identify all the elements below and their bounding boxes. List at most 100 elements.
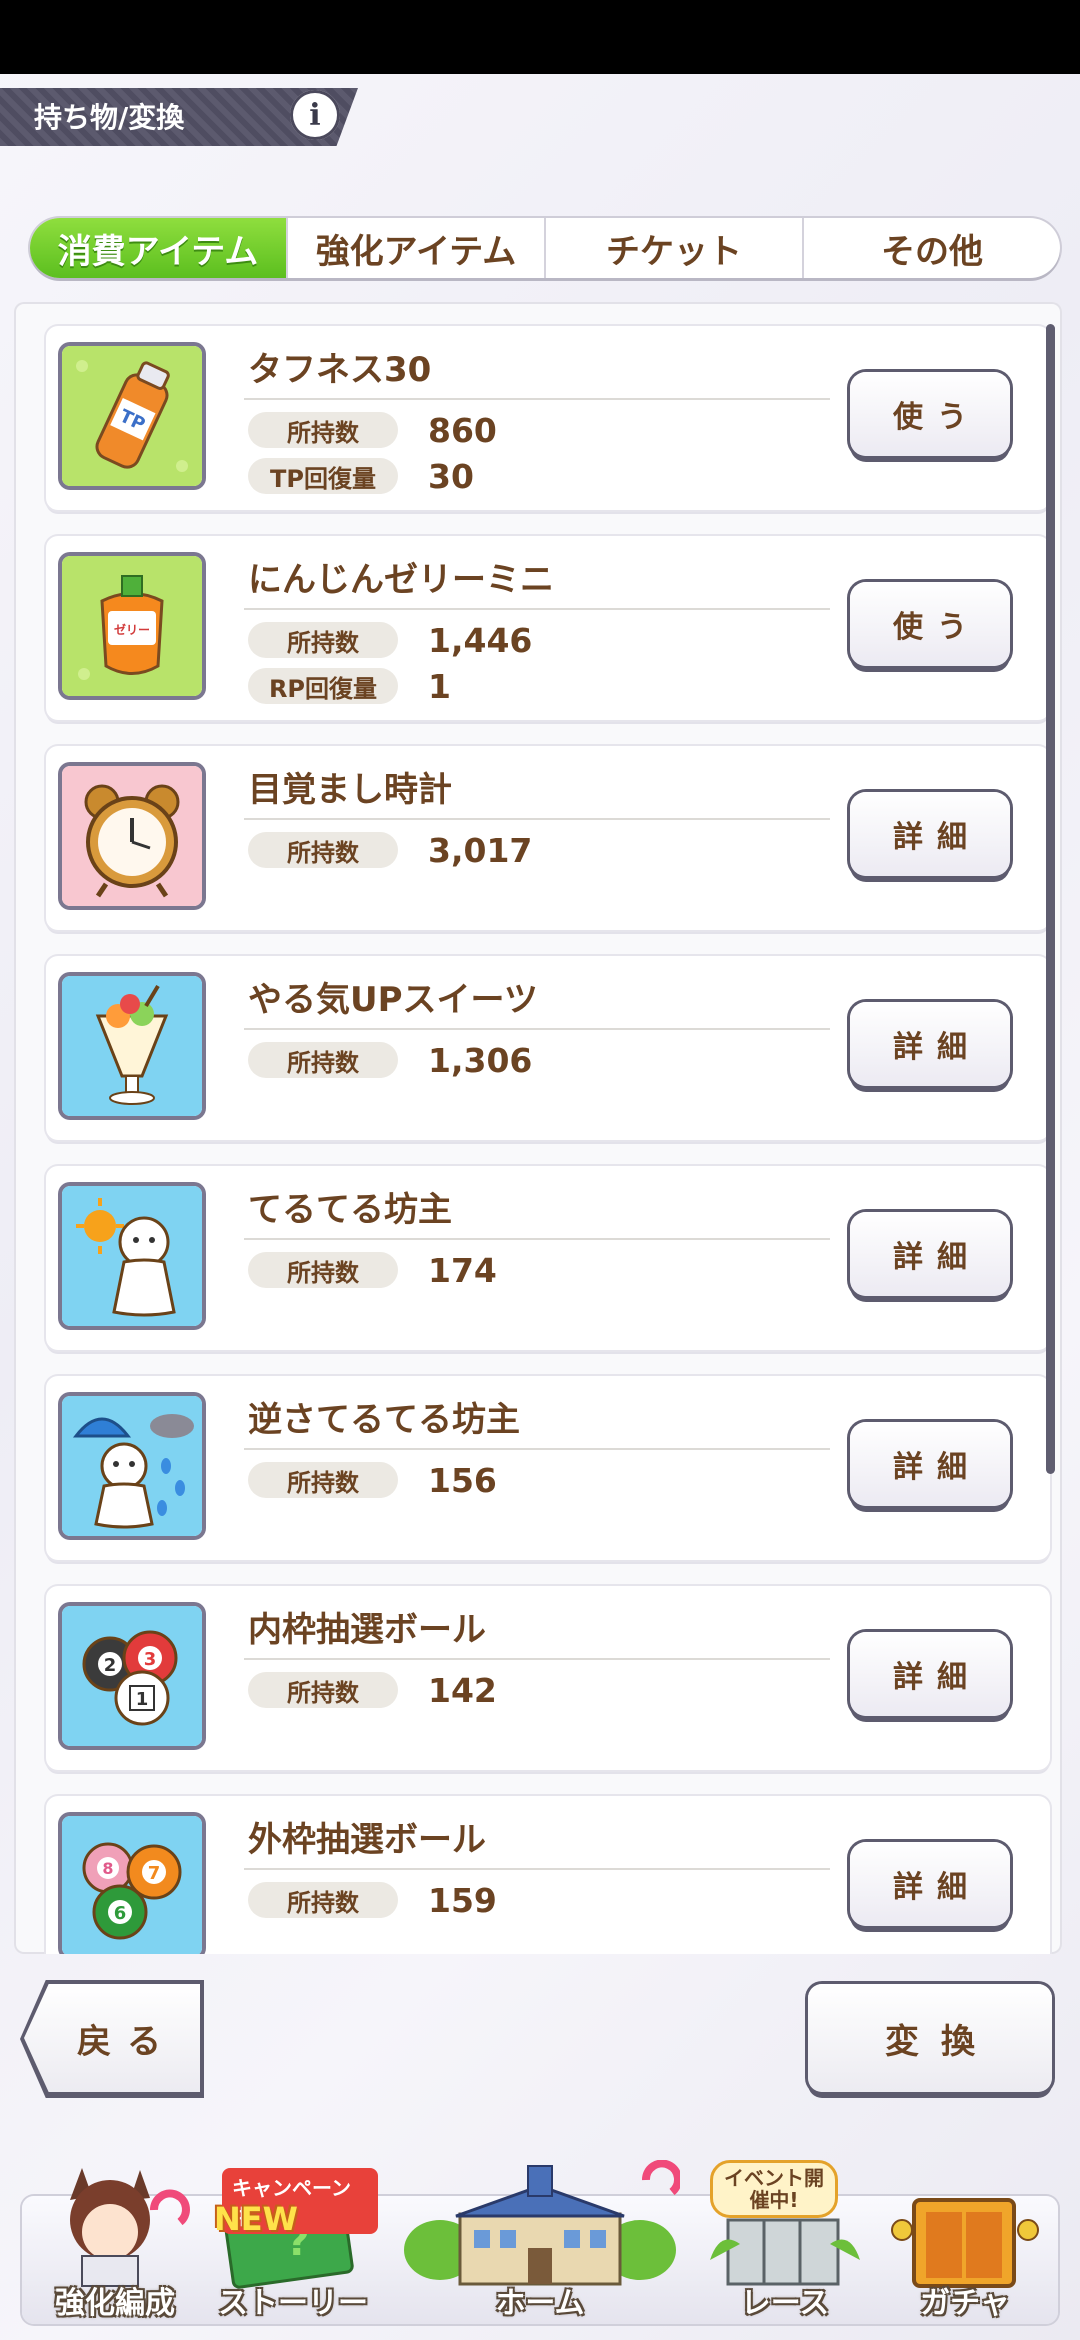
item-name: 目覚まし時計 [248, 770, 452, 810]
details-button[interactable]: 詳細 [850, 1842, 1010, 1926]
count-row: 所持数 1,446 [248, 620, 532, 660]
list-item: 目覚まし時計 所持数 3,017 詳細 [46, 746, 1050, 930]
count-value: 142 [428, 1670, 497, 1710]
info-button[interactable]: i [290, 90, 340, 140]
svg-text:1: 1 [136, 1689, 149, 1710]
divider [244, 1028, 830, 1030]
svg-text:6: 6 [114, 1903, 127, 1924]
nav-home[interactable]: ホーム [400, 2160, 680, 2330]
count-row: 所持数 174 [248, 1250, 497, 1290]
recovery-row: RP回復量 1 [248, 666, 451, 706]
inner-lottery-ball-icon: 2 3 1 [62, 1606, 202, 1746]
upside-down-teru-teru-bozu-icon [62, 1396, 202, 1536]
item-name: てるてる坊主 [248, 1190, 452, 1230]
tab-enhance-items[interactable]: 強化アイテム [286, 218, 544, 278]
list-item: てるてる坊主 所持数 174 詳細 [46, 1166, 1050, 1350]
divider [244, 608, 830, 610]
count-label: 所持数 [248, 1042, 398, 1078]
divider [244, 1448, 830, 1450]
use-button[interactable]: 使う [850, 372, 1010, 456]
event-badge: イベント開催中! [710, 2160, 838, 2218]
count-label: 所持数 [248, 1252, 398, 1288]
item-name: 逆さてるてる坊主 [248, 1400, 520, 1440]
page-title: 持ち物/変換 [34, 101, 185, 134]
count-row: 所持数 3,017 [248, 830, 532, 870]
parfait-icon [62, 976, 202, 1116]
character-avatar-icon [70, 2168, 190, 2287]
count-value: 860 [428, 410, 497, 450]
svg-text:7: 7 [148, 1863, 161, 1884]
divider [244, 1238, 830, 1240]
count-label: 所持数 [248, 1882, 398, 1918]
nav-label: ストーリー [218, 2286, 368, 2321]
list-item: 逆さてるてる坊主 所持数 156 詳細 [46, 1376, 1050, 1560]
count-label: 所持数 [248, 412, 398, 448]
count-value: 159 [428, 1880, 497, 1920]
count-value: 3,017 [428, 830, 533, 870]
status-bar [0, 0, 1080, 74]
details-button[interactable]: 詳細 [850, 1212, 1010, 1296]
count-row: 所持数 1,306 [248, 1040, 532, 1080]
tp-bottle-icon: TP [62, 346, 202, 486]
divider [244, 1868, 830, 1870]
count-label: 所持数 [248, 1672, 398, 1708]
recovery-label: RP回復量 [248, 668, 398, 704]
item-name: やる気UPスイーツ [248, 980, 538, 1020]
count-value: 156 [428, 1460, 497, 1500]
list-item: ゼリー にんじんゼリーミニ 所持数 1,446 RP回復量 1 使う [46, 536, 1050, 720]
count-value: 1,446 [428, 620, 533, 660]
alarm-clock-icon [62, 766, 202, 906]
details-button[interactable]: 詳細 [850, 1002, 1010, 1086]
count-row: 所持数 142 [248, 1670, 497, 1710]
tab-others[interactable]: その他 [802, 218, 1060, 278]
list-item: 8 7 6 外枠抽選ボール 所持数 159 詳細 [46, 1796, 1050, 1954]
list-item: 2 3 1 内枠抽選ボール 所持数 142 詳細 [46, 1586, 1050, 1770]
back-button[interactable]: 戻る [24, 1984, 200, 2092]
tab-consumables[interactable]: 消費アイテム [30, 218, 286, 278]
gacha-gate-icon [891, 2198, 1039, 2288]
item-category-tabs: 消費アイテム 強化アイテム チケット その他 [30, 218, 1060, 278]
nav-label: ガチャ [920, 2286, 1010, 2321]
item-name: タフネス30 [248, 350, 432, 390]
svg-text:3: 3 [144, 1649, 157, 1670]
svg-text:2: 2 [104, 1655, 117, 1676]
school-building-icon [404, 2160, 680, 2286]
item-list: TP タフネス30 所持数 860 TP回復量 30 使う ゼリー にんじんゼリ… [14, 302, 1062, 1954]
count-row: 所持数 860 [248, 410, 497, 450]
details-button[interactable]: 詳細 [850, 1422, 1010, 1506]
details-button[interactable]: 詳細 [850, 792, 1010, 876]
divider [244, 818, 830, 820]
nav-label: レース [740, 2286, 830, 2321]
count-label: 所持数 [248, 622, 398, 658]
svg-text:ゼリー: ゼリー [114, 622, 150, 637]
count-label: 所持数 [248, 832, 398, 868]
count-label: 所持数 [248, 1462, 398, 1498]
recovery-row: TP回復量 30 [248, 456, 474, 496]
nav-enhance[interactable]: 強化編成 [30, 2160, 200, 2330]
new-badge: NEW [214, 2200, 298, 2238]
list-scrollbar[interactable] [1046, 324, 1055, 1474]
count-value: 174 [428, 1250, 497, 1290]
use-button[interactable]: 使う [850, 582, 1010, 666]
details-button[interactable]: 詳細 [850, 1632, 1010, 1716]
recovery-label: TP回復量 [248, 458, 398, 494]
item-name: 内枠抽選ボール [248, 1610, 486, 1650]
nav-story[interactable]: ? キャンペーン中 NEW ストーリー [208, 2160, 378, 2330]
divider [244, 398, 830, 400]
svg-text:8: 8 [102, 1859, 113, 1878]
carrot-jelly-icon: ゼリー [62, 556, 202, 696]
count-value: 1,306 [428, 1040, 533, 1080]
recovery-value: 1 [428, 666, 451, 706]
nav-race[interactable]: イベント開催中! レース [700, 2160, 870, 2330]
recovery-value: 30 [428, 456, 474, 496]
divider [244, 1658, 830, 1660]
convert-button[interactable]: 変換 [808, 1984, 1052, 2092]
count-row: 所持数 159 [248, 1880, 497, 1920]
item-name: にんじんゼリーミニ [248, 560, 554, 600]
teru-teru-bozu-icon [62, 1186, 202, 1326]
count-row: 所持数 156 [248, 1460, 497, 1500]
list-item: TP タフネス30 所持数 860 TP回復量 30 使う [46, 326, 1050, 510]
tab-tickets[interactable]: チケット [544, 218, 802, 278]
list-item: やる気UPスイーツ 所持数 1,306 詳細 [46, 956, 1050, 1140]
nav-gacha[interactable]: ガチャ [880, 2160, 1050, 2330]
